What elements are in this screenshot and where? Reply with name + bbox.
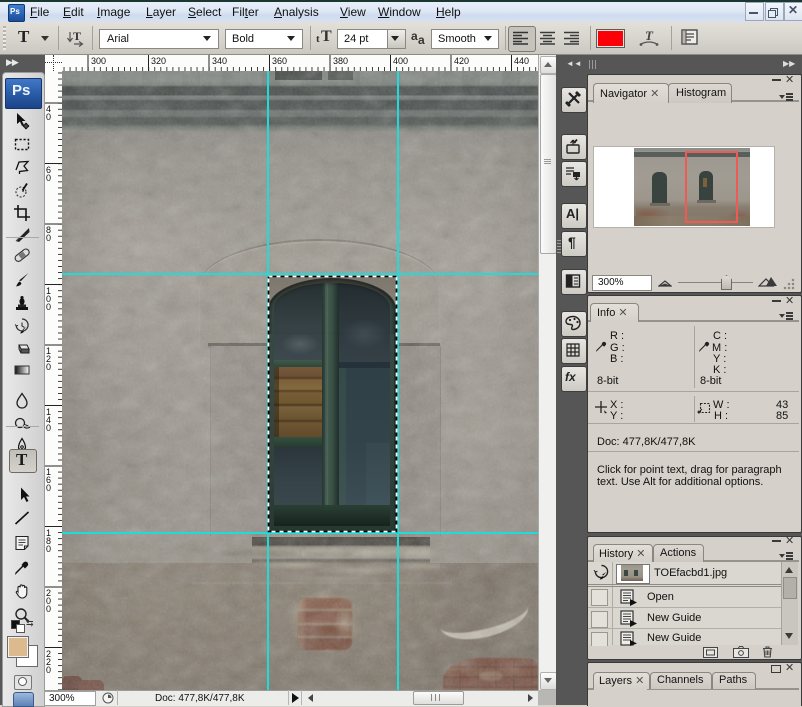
svg-text:T: T — [645, 28, 654, 43]
svg-text:T: T — [73, 29, 81, 43]
